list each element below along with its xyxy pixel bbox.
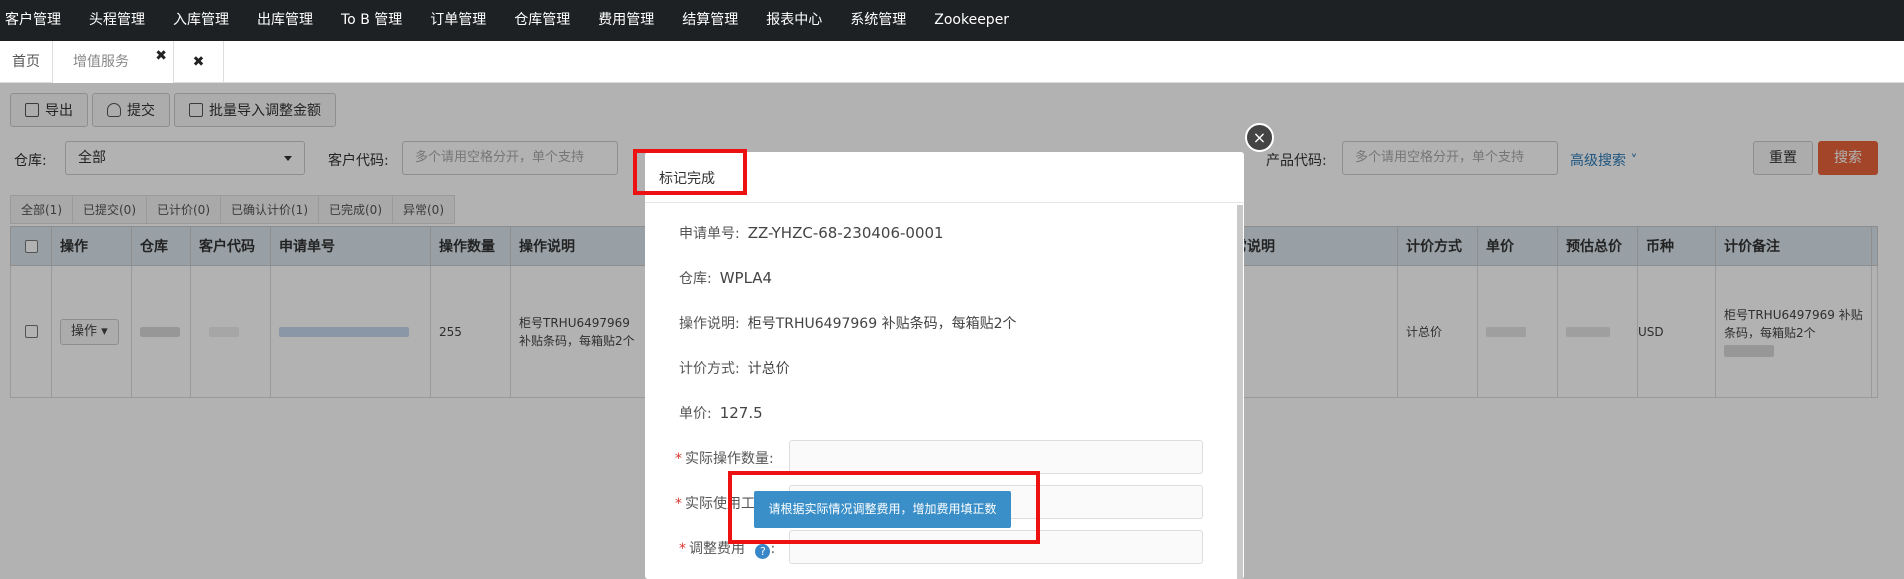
nav-item-zookeeper[interactable]: Zookeeper — [920, 0, 1023, 41]
nav-item-outbound[interactable]: 出库管理 — [243, 0, 327, 41]
warehouse-row: 仓库: WPLA4 — [679, 268, 772, 288]
request-no-row: 申请单号: ZZ-YHZC-68-230406-0001 — [679, 223, 944, 243]
pricing-method-row: 计价方式: 计总价 — [679, 358, 790, 378]
nav-item-fees[interactable]: 费用管理 — [584, 0, 668, 41]
pricing-method-value: 计总价 — [747, 361, 790, 377]
request-no-value: ZZ-YHZC-68-230406-0001 — [747, 224, 944, 242]
actual-qty-label: 实际操作数量: — [685, 451, 774, 467]
op-desc-value: 柜号TRHU6497969 补贴条码，每箱贴2个 — [747, 316, 1017, 332]
warehouse-label: 仓库: — [679, 271, 712, 287]
tab-home[interactable]: 首页 — [0, 41, 53, 83]
close-all-tabs-icon[interactable]: ✖ — [174, 41, 224, 83]
highlight-box-title — [633, 149, 747, 195]
op-desc-row: 操作说明: 柜号TRHU6497969 补贴条码，每箱贴2个 — [679, 313, 1016, 333]
nav-item-warehouse[interactable]: 仓库管理 — [500, 0, 584, 41]
tab-label: 增值服务 — [73, 54, 129, 70]
pricing-method-label: 计价方式: — [679, 361, 740, 377]
actual-qty-row: * 实际操作数量: — [675, 448, 774, 468]
nav-item-settlement[interactable]: 结算管理 — [668, 0, 752, 41]
required-mark: * — [675, 496, 682, 512]
top-nav: 客户管理 头程管理 入库管理 出库管理 To B 管理 订单管理 仓库管理 费用… — [0, 0, 1904, 41]
request-no-label: 申请单号: — [679, 226, 740, 242]
required-mark: * — [675, 451, 682, 467]
nav-item-inbound[interactable]: 入库管理 — [159, 0, 243, 41]
nav-item-tob[interactable]: To B 管理 — [327, 0, 416, 41]
nav-item-customer[interactable]: 客户管理 — [0, 0, 75, 41]
required-mark: * — [679, 541, 686, 557]
nav-item-first-leg[interactable]: 头程管理 — [75, 0, 159, 41]
unit-price-row: 单价: 127.5 — [679, 403, 763, 423]
unit-price-value: 127.5 — [719, 404, 763, 422]
help-icon[interactable]: ? — [755, 544, 771, 559]
close-dialog-icon[interactable]: × — [1245, 123, 1274, 152]
nav-item-reports[interactable]: 报表中心 — [752, 0, 836, 41]
tab-value-added-service[interactable]: 增值服务 ✖ — [53, 41, 174, 83]
actual-qty-input[interactable] — [789, 440, 1203, 474]
warehouse-value: WPLA4 — [719, 269, 773, 287]
page-tabs: 首页 增值服务 ✖ ✖ — [0, 41, 1904, 83]
nav-item-orders[interactable]: 订单管理 — [416, 0, 500, 41]
op-desc-label: 操作说明: — [679, 316, 740, 332]
nav-item-system[interactable]: 系统管理 — [836, 0, 920, 41]
unit-price-label: 单价: — [679, 406, 712, 422]
close-icon[interactable]: ✖ — [155, 35, 167, 77]
highlight-box-tooltip — [728, 471, 1040, 544]
dialog-scrollbar[interactable] — [1237, 205, 1243, 579]
